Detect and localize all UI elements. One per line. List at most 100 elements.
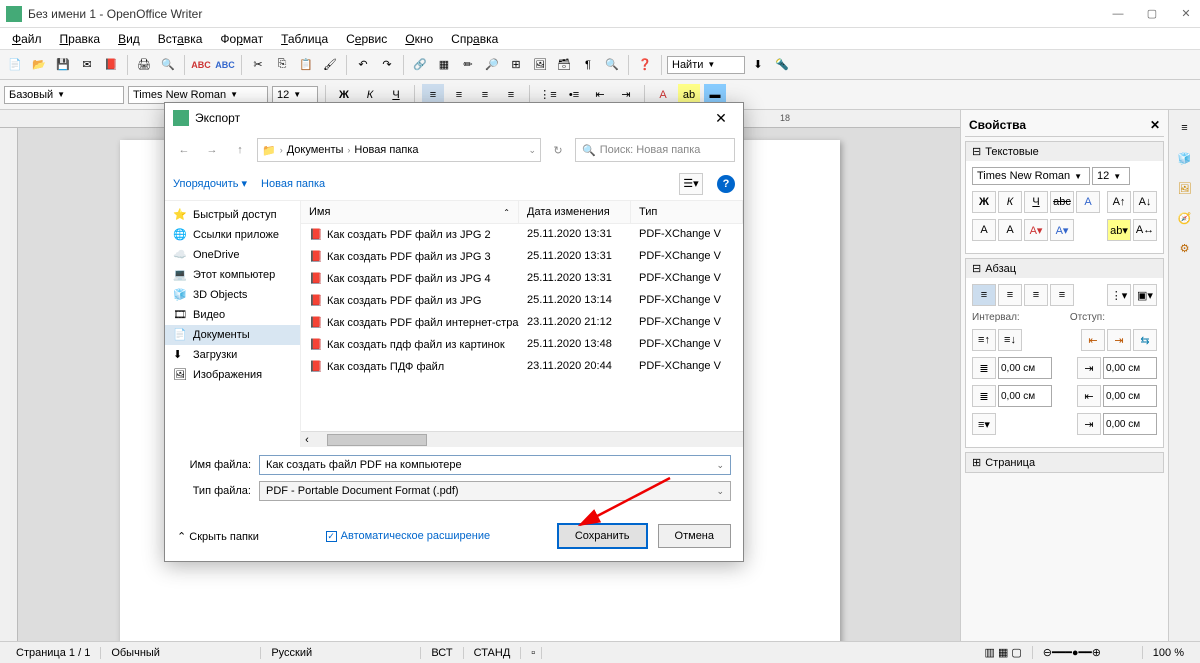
dialog-search-input[interactable]: 🔍 Поиск: Новая папка: [575, 138, 735, 162]
save-button[interactable]: Сохранить: [557, 523, 648, 549]
preview-button[interactable]: 🔍: [157, 54, 179, 76]
filename-input[interactable]: Как создать файл PDF на компьютере⌄: [259, 455, 731, 475]
panel-align-left-button[interactable]: ≡: [972, 284, 996, 306]
panel-highlight-button[interactable]: A▾: [1050, 219, 1074, 241]
panel-inc-indent-button[interactable]: ⇥: [1107, 329, 1131, 351]
expand-icon[interactable]: ⊟: [972, 262, 981, 275]
panel-align-justify-button[interactable]: ≡: [1050, 284, 1074, 306]
gallery-button[interactable]: 🖼: [529, 54, 551, 76]
space-below-input[interactable]: [998, 385, 1052, 407]
status-std[interactable]: СТАНД: [464, 647, 522, 659]
panel-increase-font-button[interactable]: A↑: [1107, 191, 1131, 213]
styles-tab-icon[interactable]: 🧊: [1173, 146, 1197, 170]
horizontal-scrollbar[interactable]: ‹: [301, 431, 743, 447]
menu-tools[interactable]: Сервис: [338, 30, 395, 48]
view-mode-button[interactable]: ☰▾: [679, 173, 703, 195]
panel-fontcolor-button[interactable]: A▾: [1024, 219, 1048, 241]
file-row[interactable]: 📕Как создать PDF файл из JPG 425.11.2020…: [301, 268, 743, 290]
tree-item[interactable]: 🌐Ссылки приложе: [165, 225, 300, 245]
line-spacing-button[interactable]: ≡▾: [972, 413, 996, 435]
menu-edit[interactable]: Правка: [52, 30, 109, 48]
new-doc-button[interactable]: 📄: [4, 54, 26, 76]
spellcheck-button[interactable]: ABC: [190, 54, 212, 76]
panel-font-combo[interactable]: Times New Roman▼: [972, 167, 1090, 185]
paste-button[interactable]: 📋: [295, 54, 317, 76]
panel-size-combo[interactable]: 12▼: [1092, 167, 1130, 185]
col-name[interactable]: Имя⌃: [301, 201, 519, 223]
minimize-button[interactable]: —: [1110, 6, 1126, 22]
maximize-button[interactable]: ▢: [1144, 6, 1160, 22]
col-date[interactable]: Дата изменения: [519, 201, 631, 223]
hide-folders-toggle[interactable]: ⌃ Скрыть папки: [177, 530, 259, 543]
format-paintbrush-button[interactable]: 🖌: [319, 54, 341, 76]
nav-back-button[interactable]: ←: [173, 139, 195, 161]
paragraph-style-combo[interactable]: Базовый▼: [4, 86, 124, 104]
nav-forward-button[interactable]: →: [201, 139, 223, 161]
panel-super-button[interactable]: A: [972, 219, 996, 241]
find-box[interactable]: Найти▼: [667, 56, 745, 74]
copy-button[interactable]: ⎘: [271, 54, 293, 76]
font-name-combo[interactable]: Times New Roman▼: [128, 86, 268, 104]
data-sources-button[interactable]: 🗃: [553, 54, 575, 76]
panel-italic-button[interactable]: К: [998, 191, 1022, 213]
status-lang[interactable]: Русский: [261, 647, 421, 659]
tree-item[interactable]: 🎞Видео: [165, 305, 300, 325]
pdf-export-button[interactable]: 📕: [100, 54, 122, 76]
panel-align-right-button[interactable]: ≡: [1024, 284, 1048, 306]
cancel-button[interactable]: Отмена: [658, 524, 731, 548]
panel-inc-spacing-button[interactable]: ≡↑: [972, 329, 996, 351]
menu-format[interactable]: Формат: [212, 30, 271, 48]
open-button[interactable]: 📂: [28, 54, 50, 76]
menu-insert[interactable]: Вставка: [150, 30, 211, 48]
panel-bold-button[interactable]: Ж: [972, 191, 996, 213]
close-button[interactable]: ✕: [1178, 6, 1194, 22]
panel-dec-indent-button[interactable]: ⇤: [1081, 329, 1105, 351]
col-type[interactable]: Тип: [631, 201, 743, 223]
breadcrumb-item[interactable]: Документы: [287, 144, 344, 156]
status-style[interactable]: Обычный: [101, 647, 261, 659]
panel-spacing-button[interactable]: A↔: [1133, 219, 1157, 241]
redo-button[interactable]: ↷: [376, 54, 398, 76]
file-row[interactable]: 📕Как создать пдф файл из картинок25.11.2…: [301, 334, 743, 356]
tree-item[interactable]: 🧊3D Objects: [165, 285, 300, 305]
file-row[interactable]: 📕Как создать PDF файл из JPG25.11.2020 1…: [301, 290, 743, 312]
status-zoom-slider[interactable]: ⊖━━━●━━⊕: [1033, 646, 1143, 659]
table-button[interactable]: ▦: [433, 54, 455, 76]
zoom-button[interactable]: 🔍: [601, 54, 623, 76]
status-zoom[interactable]: 100 %: [1143, 647, 1194, 659]
gallery-tab-icon[interactable]: 🖼: [1173, 176, 1197, 200]
panel-close-icon[interactable]: ✕: [1150, 118, 1160, 132]
new-folder-button[interactable]: Новая папка: [261, 178, 325, 190]
ruler-vertical[interactable]: [0, 128, 18, 641]
email-button[interactable]: ✉: [76, 54, 98, 76]
nonprinting-chars-button[interactable]: ¶: [577, 54, 599, 76]
help-button[interactable]: ❓: [634, 54, 656, 76]
functions-tab-icon[interactable]: ⚙: [1173, 236, 1197, 260]
properties-tab-icon[interactable]: ≡: [1173, 116, 1197, 140]
panel-sub-button[interactable]: A: [998, 219, 1022, 241]
tree-item[interactable]: 📄Документы: [165, 325, 300, 345]
cut-button[interactable]: ✂: [247, 54, 269, 76]
expand-icon[interactable]: ⊞: [972, 456, 981, 469]
navigator-tab-icon[interactable]: 🧭: [1173, 206, 1197, 230]
expand-icon[interactable]: ⊟: [972, 145, 981, 158]
file-row[interactable]: 📕Как создать PDF файл из JPG 325.11.2020…: [301, 246, 743, 268]
auto-spellcheck-button[interactable]: ABC: [214, 54, 236, 76]
breadcrumb-item[interactable]: Новая папка: [354, 144, 418, 156]
space-above-input[interactable]: [998, 357, 1052, 379]
tree-item[interactable]: ⭐Быстрый доступ: [165, 205, 300, 225]
file-row[interactable]: 📕Как создать PDF файл из JPG 225.11.2020…: [301, 224, 743, 246]
file-row[interactable]: 📕Как создать ПДФ файл23.11.2020 20:44PDF…: [301, 356, 743, 378]
status-insert[interactable]: ВСТ: [421, 647, 463, 659]
find-replace-button[interactable]: 🔎: [481, 54, 503, 76]
panel-hanging-indent-button[interactable]: ⇆: [1133, 329, 1157, 351]
menu-table[interactable]: Таблица: [273, 30, 336, 48]
navigator-button[interactable]: ⊞: [505, 54, 527, 76]
organize-button[interactable]: Упорядочить ▾: [173, 177, 247, 190]
font-size-combo[interactable]: 12▼: [272, 86, 318, 104]
file-row[interactable]: 📕Как создать PDF файл интернет-страни...…: [301, 312, 743, 334]
menu-help[interactable]: Справка: [443, 30, 506, 48]
panel-strike-button[interactable]: abc: [1050, 191, 1074, 213]
find-prev-button[interactable]: 🔦: [771, 54, 793, 76]
save-button[interactable]: 💾: [52, 54, 74, 76]
